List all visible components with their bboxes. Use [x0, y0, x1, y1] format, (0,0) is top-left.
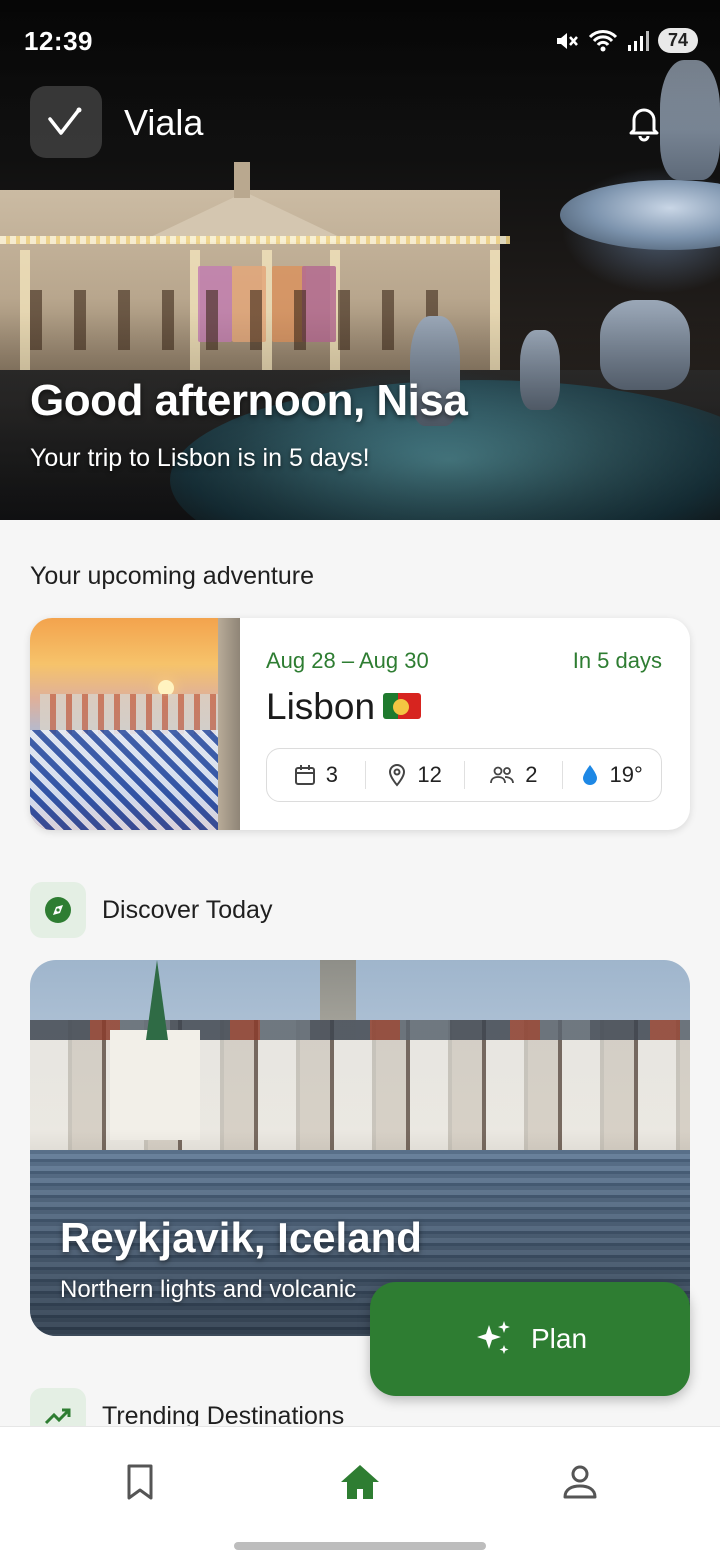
- water-drop-icon: [583, 765, 598, 785]
- status-bar: 12:39 74: [0, 20, 720, 60]
- stat-travelers-value: 2: [525, 762, 538, 787]
- hero-banner: 12:39 74 Viala Good afternoon, Nisa Your…: [0, 0, 720, 520]
- nav-home[interactable]: [330, 1457, 390, 1507]
- greeting-subtitle: Your trip to Lisbon is in 5 days!: [30, 444, 370, 472]
- person-icon: [563, 1465, 597, 1499]
- app-name: Viala: [124, 102, 204, 143]
- trip-dates: Aug 28 – Aug 30: [266, 648, 429, 673]
- trip-city-name: Lisbon: [266, 686, 376, 727]
- stat-weather: 19°: [562, 761, 661, 789]
- destination-title: Reykjavik, Iceland: [60, 1214, 422, 1261]
- stat-places-value: 12: [417, 762, 442, 787]
- plan-button[interactable]: Plan: [370, 1282, 690, 1396]
- bell-icon[interactable]: [624, 102, 664, 142]
- upcoming-trip-card[interactable]: Aug 28 – Aug 30 In 5 days Lisbon 3 12 2 …: [30, 618, 690, 830]
- app-logo-icon: [48, 107, 82, 135]
- bottom-navigation: [0, 1426, 720, 1560]
- sparkles-icon: [476, 1321, 510, 1354]
- compass-icon: [45, 897, 71, 923]
- calendar-icon: [294, 765, 315, 785]
- nav-saved[interactable]: [110, 1457, 170, 1507]
- signal-icon: [627, 30, 649, 51]
- trip-image: [30, 618, 240, 830]
- portugal-flag-icon: [383, 693, 422, 720]
- discover-destination-card[interactable]: Reykjavik, Iceland Northern lights and v…: [30, 960, 690, 1336]
- home-icon: [341, 1465, 379, 1499]
- stat-days-value: 3: [325, 762, 338, 787]
- upcoming-section-title: Your upcoming adventure: [30, 562, 314, 590]
- greeting-title: Good afternoon, Nisa: [30, 376, 468, 425]
- app-bar: Viala: [30, 86, 690, 158]
- stat-travelers: 2: [463, 761, 563, 789]
- status-time: 12:39: [24, 26, 93, 56]
- trip-countdown: In 5 days: [572, 648, 662, 673]
- battery-indicator: 74: [657, 28, 698, 53]
- stat-weather-value: 19°: [609, 762, 643, 787]
- people-icon: [490, 766, 515, 784]
- stat-days: 3: [267, 749, 365, 801]
- mute-icon: [556, 32, 578, 49]
- nav-profile[interactable]: [550, 1457, 610, 1507]
- discover-section-title: Discover Today: [102, 896, 273, 924]
- stat-places: 12: [364, 761, 464, 789]
- destination-subtitle: Northern lights and volcanic: [60, 1276, 357, 1303]
- location-pin-icon: [389, 764, 406, 787]
- discover-badge: [30, 882, 86, 938]
- bookmark-icon: [127, 1464, 153, 1500]
- app-logo[interactable]: [30, 86, 102, 158]
- trip-stats: 3 12 2 19°: [266, 748, 662, 802]
- plan-button-label: Plan: [530, 1323, 588, 1354]
- trip-city: Lisbon: [266, 686, 422, 728]
- wifi-icon: [588, 29, 618, 51]
- gesture-home-bar[interactable]: [234, 1542, 486, 1550]
